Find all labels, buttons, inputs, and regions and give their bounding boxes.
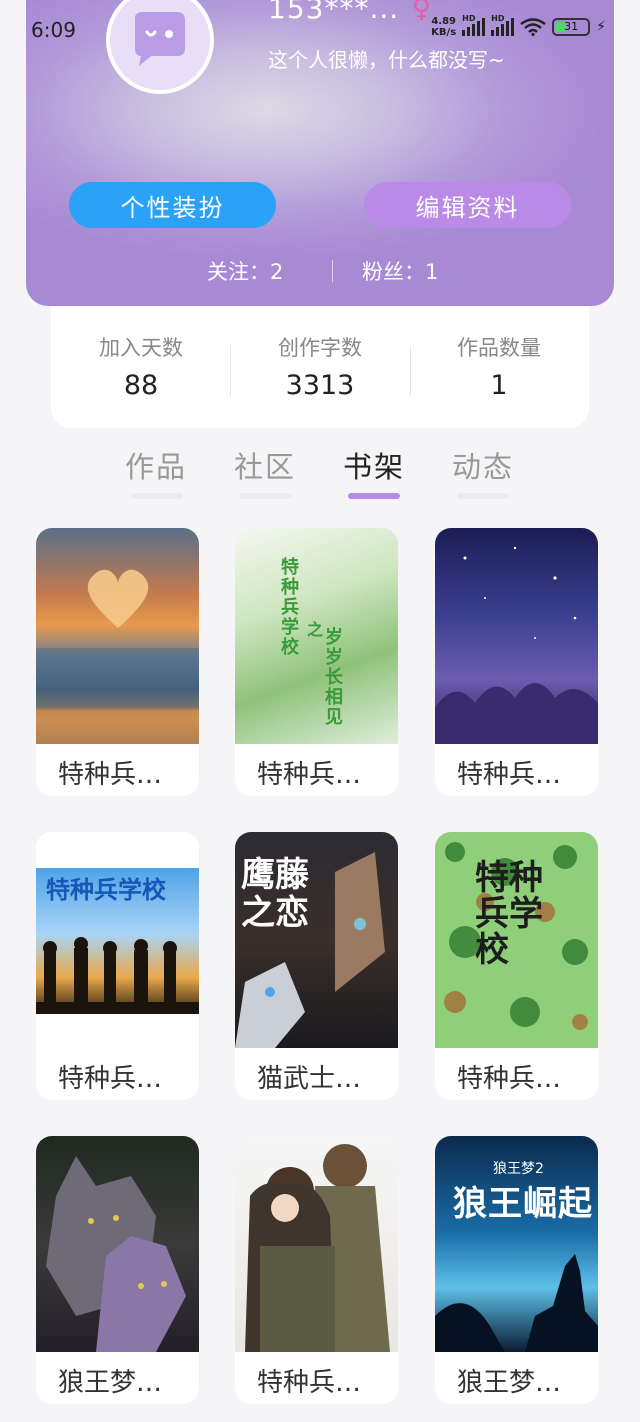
- stat-label: 作品数量: [457, 336, 541, 360]
- fans-count[interactable]: 粉丝：1: [362, 256, 438, 286]
- tab-indicator-active: [348, 493, 400, 499]
- book-card[interactable]: 特种兵学校 特种兵…: [36, 832, 199, 1100]
- book-card[interactable]: 狼王梦2 狼王崛起 狼王梦…: [435, 1136, 598, 1404]
- cover-title: 岁岁长相见: [325, 627, 343, 728]
- stats-card: 加入天数 88 创作字数 3313 作品数量 1: [51, 306, 589, 428]
- book-title: 特种兵…: [58, 760, 163, 790]
- stat-value: 1: [490, 370, 508, 401]
- follow-divider: [332, 260, 333, 282]
- tab-works[interactable]: 作品: [125, 444, 187, 486]
- cover-title: 狼王崛起: [453, 1184, 593, 1224]
- stat-value: 88: [123, 370, 159, 401]
- book-cover: 特种兵学校: [36, 832, 199, 1048]
- cover-title: 之: [307, 620, 324, 639]
- cover-title: 鹰藤之恋: [241, 855, 309, 933]
- charging-icon: ⚡: [596, 19, 606, 35]
- hd-label-2: HD: [491, 14, 505, 23]
- book-card[interactable]: 特种兵…: [36, 528, 199, 796]
- book-card[interactable]: 特种兵学校 特种兵…: [435, 832, 598, 1100]
- book-cover: 鹰藤之恋: [235, 832, 398, 1048]
- tab-activity[interactable]: 动态: [452, 444, 514, 486]
- book-title: 特种兵…: [257, 1368, 362, 1398]
- book-card[interactable]: 狼王梦…: [36, 1136, 199, 1404]
- tab-bookshelf[interactable]: 书架: [343, 444, 405, 486]
- book-cover: [235, 1136, 398, 1352]
- dress-up-button[interactable]: 个性装扮: [69, 182, 276, 228]
- book-card[interactable]: 特种兵…: [235, 1136, 398, 1404]
- stat-label: 创作字数: [278, 336, 362, 360]
- stat-word-count: 创作字数 3313: [230, 332, 410, 401]
- tab-indicator: [131, 493, 183, 499]
- network-speed-unit: KB/s: [431, 27, 457, 38]
- network-speed: 4.89 KB/s: [431, 16, 456, 38]
- book-cover: [36, 1136, 199, 1352]
- book-title: 特种兵…: [58, 1064, 163, 1094]
- cover-subtitle: 狼王梦2: [493, 1161, 544, 1177]
- battery-level: 31: [564, 20, 579, 33]
- book-title: 猫武士…: [257, 1064, 362, 1094]
- tab-community[interactable]: 社区: [234, 444, 296, 486]
- book-title: 狼王梦…: [58, 1368, 163, 1398]
- stat-label: 加入天数: [99, 336, 183, 360]
- wifi-icon: [520, 18, 546, 36]
- tab-indicator: [240, 493, 292, 499]
- cover-title: 特种兵学校: [475, 858, 543, 970]
- stat-value: 3313: [285, 370, 355, 401]
- status-icons: 4.89 KB/s HD HD 31 ⚡: [431, 14, 606, 38]
- book-cover: 特种兵学校 之 岁岁长相见: [235, 528, 398, 744]
- book-cover: [36, 528, 199, 744]
- signal-icon: HD: [491, 14, 515, 36]
- book-card[interactable]: 特种兵…: [435, 528, 598, 796]
- book-card[interactable]: 特种兵学校 之 岁岁长相见 特种兵…: [235, 528, 398, 796]
- stat-works-count: 作品数量 1: [409, 332, 589, 401]
- hd-signal-icon: HD: [462, 14, 486, 36]
- book-cover: 狼王梦2 狼王崛起: [435, 1136, 598, 1352]
- book-card[interactable]: 鹰藤之恋 猫武士…: [235, 832, 398, 1100]
- tab-indicator: [457, 493, 509, 499]
- book-title: 特种兵…: [457, 760, 562, 790]
- book-title: 特种兵…: [457, 1064, 562, 1094]
- book-title: 狼王梦…: [457, 1368, 562, 1398]
- book-title: 特种兵…: [257, 760, 362, 790]
- cover-banner: 特种兵学校: [46, 876, 166, 904]
- battery-icon: 31: [552, 18, 591, 36]
- hd-label: HD: [462, 14, 476, 23]
- following-count[interactable]: 关注：2: [207, 256, 283, 286]
- network-speed-value: 4.89: [431, 16, 456, 27]
- edit-profile-button[interactable]: 编辑资料: [364, 182, 571, 228]
- book-cover: [435, 528, 598, 744]
- status-time: 6:09: [31, 18, 76, 42]
- book-cover: 特种兵学校: [435, 832, 598, 1048]
- status-bar: 6:09 4.89 KB/s HD HD 31 ⚡: [0, 0, 640, 60]
- stat-join-days: 加入天数 88: [51, 332, 231, 401]
- cover-title: 特种兵学校: [281, 557, 299, 658]
